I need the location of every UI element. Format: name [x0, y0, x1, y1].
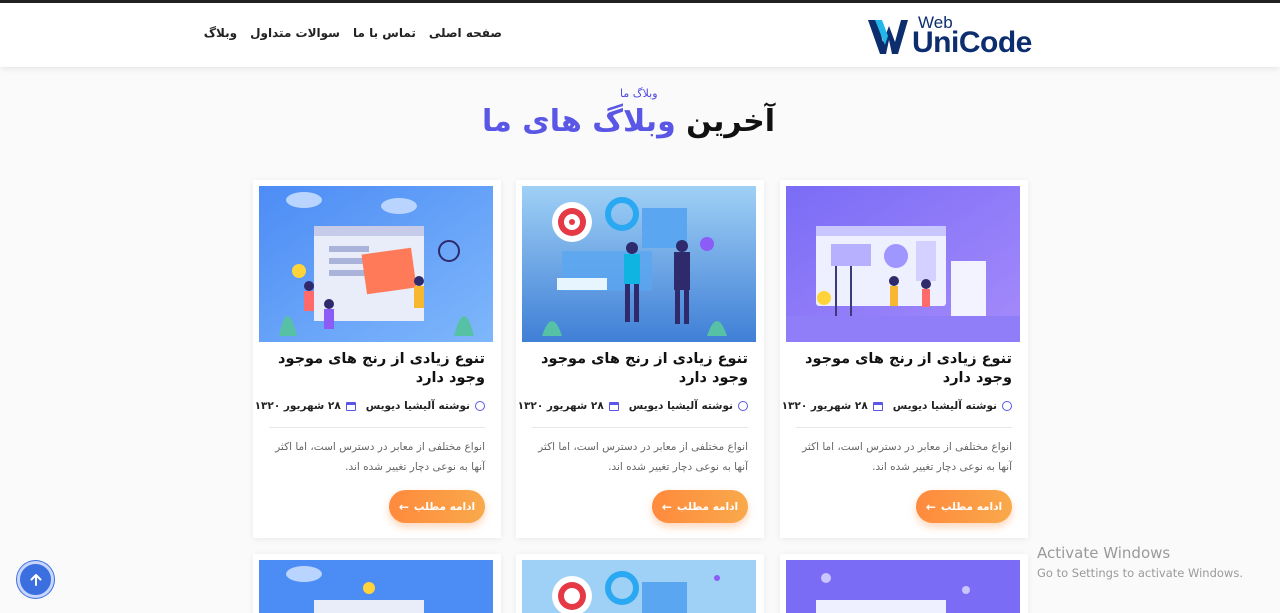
arrow-left-icon: ←	[398, 499, 409, 514]
read-more-label: ادامه مطلب	[940, 500, 1003, 513]
card-image[interactable]	[522, 560, 756, 613]
card-divider	[796, 427, 1012, 428]
blog-card	[253, 554, 501, 613]
card-image[interactable]	[786, 560, 1020, 613]
user-icon	[475, 401, 485, 411]
card-image[interactable]	[259, 560, 493, 613]
blog-card	[516, 554, 764, 613]
card-title[interactable]: تنوع زیادی از رنج های موجود وجود دارد	[528, 350, 748, 388]
read-more-label: ادامه مطلب	[413, 500, 476, 513]
calendar-icon	[608, 401, 619, 411]
section-eyebrow: وبلاگ ما	[620, 87, 658, 100]
arrow-up-icon	[30, 573, 41, 586]
card-date: ۲۸ شهریور ۱۳۲۰	[254, 400, 341, 412]
heading-plain: آخرین	[686, 104, 775, 139]
nav-faq[interactable]: سوالات متداول	[250, 26, 340, 40]
section-heading: آخرین وبلاگ های ما	[482, 104, 775, 139]
site-header: Web UniCode صفحه اصلی تماس با ما سوالات …	[0, 3, 1280, 67]
watermark-subtitle: Go to Settings to activate Windows.	[1037, 566, 1243, 580]
card-divider	[269, 427, 485, 428]
card-date: ۲۸ شهریور ۱۳۲۰	[517, 400, 604, 412]
marketing-team-illustration	[786, 186, 1020, 342]
business-target-illustration	[522, 560, 756, 613]
card-image[interactable]	[522, 186, 756, 342]
card-divider	[532, 427, 748, 428]
card-author: نوشته آلیشیا دیویس	[628, 400, 733, 412]
web-team-illustration	[259, 560, 493, 613]
card-date: ۲۸ شهریور ۱۳۲۰	[781, 400, 868, 412]
card-author: نوشته آلیشیا دیویس	[892, 400, 997, 412]
site-logo[interactable]: Web UniCode	[868, 13, 1038, 59]
read-more-button[interactable]: ادامه مطلب ←	[652, 490, 748, 523]
marketing-team-illustration	[786, 560, 1020, 613]
windows-activation-watermark: Activate Windows Go to Settings to activ…	[1037, 544, 1243, 580]
card-excerpt: انواع مختلفی از معابر در دسترس است، اما …	[802, 441, 1012, 473]
nav-contact[interactable]: تماس با ما	[353, 26, 416, 40]
card-author: نوشته آلیشیا دیویس	[365, 400, 470, 412]
calendar-icon	[872, 401, 883, 411]
blog-card	[780, 554, 1028, 613]
nav-home[interactable]: صفحه اصلی	[429, 26, 502, 40]
blog-card: تنوع زیادی از رنج های موجود وجود دارد نو…	[780, 180, 1028, 538]
web-team-illustration	[259, 186, 493, 342]
card-excerpt: انواع مختلفی از معابر در دسترس است، اما …	[538, 441, 748, 473]
read-more-button[interactable]: ادامه مطلب ←	[389, 490, 485, 523]
card-meta: نوشته آلیشیا دیویس ۲۸ شهریور ۱۳۲۰	[518, 400, 748, 412]
watermark-title: Activate Windows	[1037, 544, 1171, 562]
card-image[interactable]	[259, 186, 493, 342]
nav-blog[interactable]: وبلاگ	[204, 26, 237, 40]
scroll-to-top-button[interactable]	[17, 561, 54, 598]
logo-unicode-text: UniCode	[912, 26, 1032, 59]
card-excerpt: انواع مختلفی از معابر در دسترس است، اما …	[275, 441, 485, 473]
card-title[interactable]: تنوع زیادی از رنج های موجود وجود دارد	[265, 350, 485, 388]
blog-card: تنوع زیادی از رنج های موجود وجود دارد نو…	[253, 180, 501, 538]
card-meta: نوشته آلیشیا دیویس ۲۸ شهریور ۱۳۲۰	[255, 400, 485, 412]
calendar-icon	[345, 401, 356, 411]
logo-w-icon	[868, 20, 908, 54]
heading-highlight: وبلاگ های ما	[482, 104, 676, 139]
blog-card: تنوع زیادی از رنج های موجود وجود دارد نو…	[516, 180, 764, 538]
arrow-left-icon: ←	[661, 499, 672, 514]
read-more-label: ادامه مطلب	[676, 500, 739, 513]
user-icon	[738, 401, 748, 411]
main-nav: صفحه اصلی تماس با ما سوالات متداول وبلاگ	[204, 26, 502, 40]
user-icon	[1002, 401, 1012, 411]
read-more-button[interactable]: ادامه مطلب ←	[916, 490, 1012, 523]
card-title[interactable]: تنوع زیادی از رنج های موجود وجود دارد	[792, 350, 1012, 388]
arrow-left-icon: ←	[925, 499, 936, 514]
card-meta: نوشته آلیشیا دیویس ۲۸ شهریور ۱۳۲۰	[782, 400, 1012, 412]
card-image[interactable]	[786, 186, 1020, 342]
business-target-illustration	[522, 186, 756, 342]
